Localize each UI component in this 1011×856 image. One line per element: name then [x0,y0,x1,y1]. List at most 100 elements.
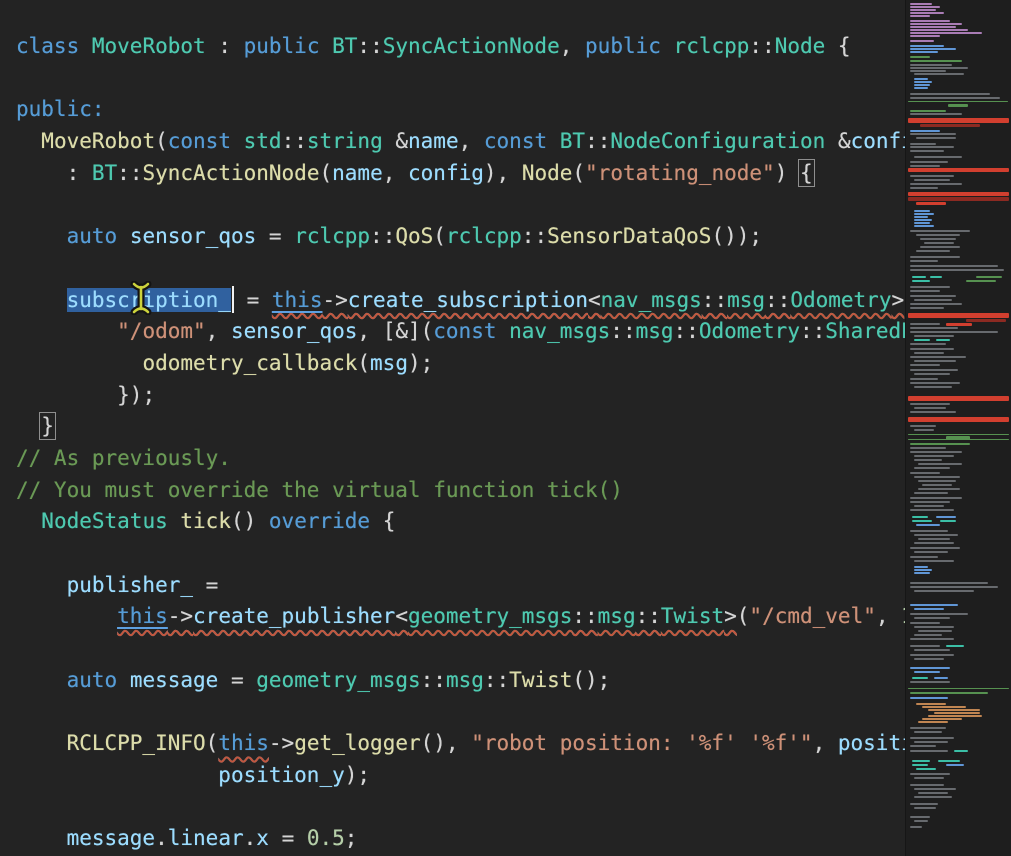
code-token: :: [484,668,509,692]
code-line[interactable] [16,253,905,285]
code-line[interactable]: RCLCPP_INFO(this->get_logger(), "robot p… [16,728,905,760]
code-token [319,34,332,58]
code-token: } [41,414,54,438]
minimap-row [914,81,932,83]
minimap-row [910,307,944,309]
minimap-row [910,143,936,145]
code-token: tick [180,509,231,533]
code-line[interactable]: NodeStatus tick() override { [16,506,905,538]
code-line[interactable] [16,63,905,95]
minimap-row [910,348,954,350]
code-token: > [891,288,904,312]
minimap-row [910,70,946,72]
code-line[interactable]: "/odom", sensor_qos, [&](const nav_msgs:… [16,316,905,348]
code-line[interactable]: subscription_ = this->create_subscriptio… [16,285,905,317]
minimap-row [910,26,956,28]
minimap-row [910,64,952,66]
code-line[interactable]: position_y); [16,760,905,792]
code-line[interactable]: class MoveRobot : public BT::SyncActionN… [16,31,905,63]
code-line[interactable] [16,538,905,570]
minimap-row [910,497,962,499]
code-line[interactable]: }); [16,380,905,412]
code-line[interactable]: // As previously. [16,443,905,475]
minimap-row [910,20,950,22]
code-token [117,224,130,248]
code-line[interactable] [16,633,905,665]
code-token: rclcpp [294,224,370,248]
minimap-row [910,187,938,189]
code-token: Node [522,161,573,185]
code-line[interactable]: public: [16,94,905,126]
minimap-row [928,715,982,717]
code-line[interactable] [16,696,905,728]
code-token: name [408,129,459,153]
code-token: name [332,161,383,185]
minimap-row [910,697,948,699]
minimap-row [918,721,948,723]
code-token: ()); [711,224,762,248]
minimap-row [910,230,970,232]
code-line[interactable]: this->create_publisher<geometry_msgs::ms… [16,601,905,633]
code-line[interactable]: odometry_callback(msg); [16,348,905,380]
code-token: ( [433,224,446,248]
minimap[interactable] [906,0,1011,856]
minimap-row [910,654,954,656]
code-token: ( [357,351,370,375]
minimap-row [910,472,940,474]
code-token: . [244,826,257,850]
code-line[interactable]: // You must override the virtual functio… [16,475,905,507]
minimap-row [910,97,1000,99]
minimap-row [914,373,950,375]
minimap-row [918,463,962,465]
minimap-row [910,773,950,775]
minimap-row [914,467,950,469]
code-token: :: [636,604,661,628]
minimap-row [934,712,980,714]
code-token: : [206,34,244,58]
code-token: ( [572,161,585,185]
minimap-row [914,78,928,80]
code-token: > [724,604,737,628]
code-token: // As previously. [16,446,231,470]
minimap-row [928,709,980,711]
code-token: this [117,604,168,628]
code-line[interactable]: } [16,411,905,443]
minimap-row [908,313,1009,318]
minimap-row [918,538,950,540]
minimap-row [954,750,968,752]
minimap-row [916,234,960,236]
code-line[interactable]: : BT::SyncActionNode(name, config), Node… [16,158,905,190]
minimap-row [910,9,936,11]
code-line[interactable]: auto message = geometry_msgs::msg::Twist… [16,665,905,697]
minimap-row [908,688,1009,689]
code-token: rclcpp [674,34,750,58]
minimap-row [910,638,954,640]
minimap-row [908,118,1009,123]
code-token: create_subscription [348,288,588,312]
code-token: config [851,129,905,153]
code-line[interactable]: auto sensor_qos = rclcpp::QoS(rclcpp::Se… [16,221,905,253]
code-line[interactable]: message.linear.x = 0.5; [16,823,905,855]
code-line[interactable] [16,189,905,221]
code-line[interactable] [16,792,905,824]
minimap-row [914,476,960,478]
minimap-row [910,727,946,729]
code-token: SyncActionNode [383,34,560,58]
minimap-row [910,451,962,453]
code-token: :: [572,604,597,628]
minimap-row [910,547,960,549]
minimap-row [908,434,1009,435]
code-token: class [16,34,79,58]
minimap-row [918,792,948,794]
code-token: std [244,129,282,153]
editor-pane[interactable]: class MoveRobot : public BT::SyncActionN… [0,0,905,856]
code-line[interactable]: publisher_ = [16,570,905,602]
code-token: :: [800,319,825,343]
minimap-row [912,280,930,282]
minimap-row [910,364,940,366]
code-line[interactable]: MoveRobot(const std::string &name, const… [16,126,905,158]
code-area[interactable]: class MoveRobot : public BT::SyncActionN… [0,0,905,856]
minimap-row [914,73,964,75]
code-token: :: [674,319,699,343]
code-token: "/odom" [117,319,206,343]
